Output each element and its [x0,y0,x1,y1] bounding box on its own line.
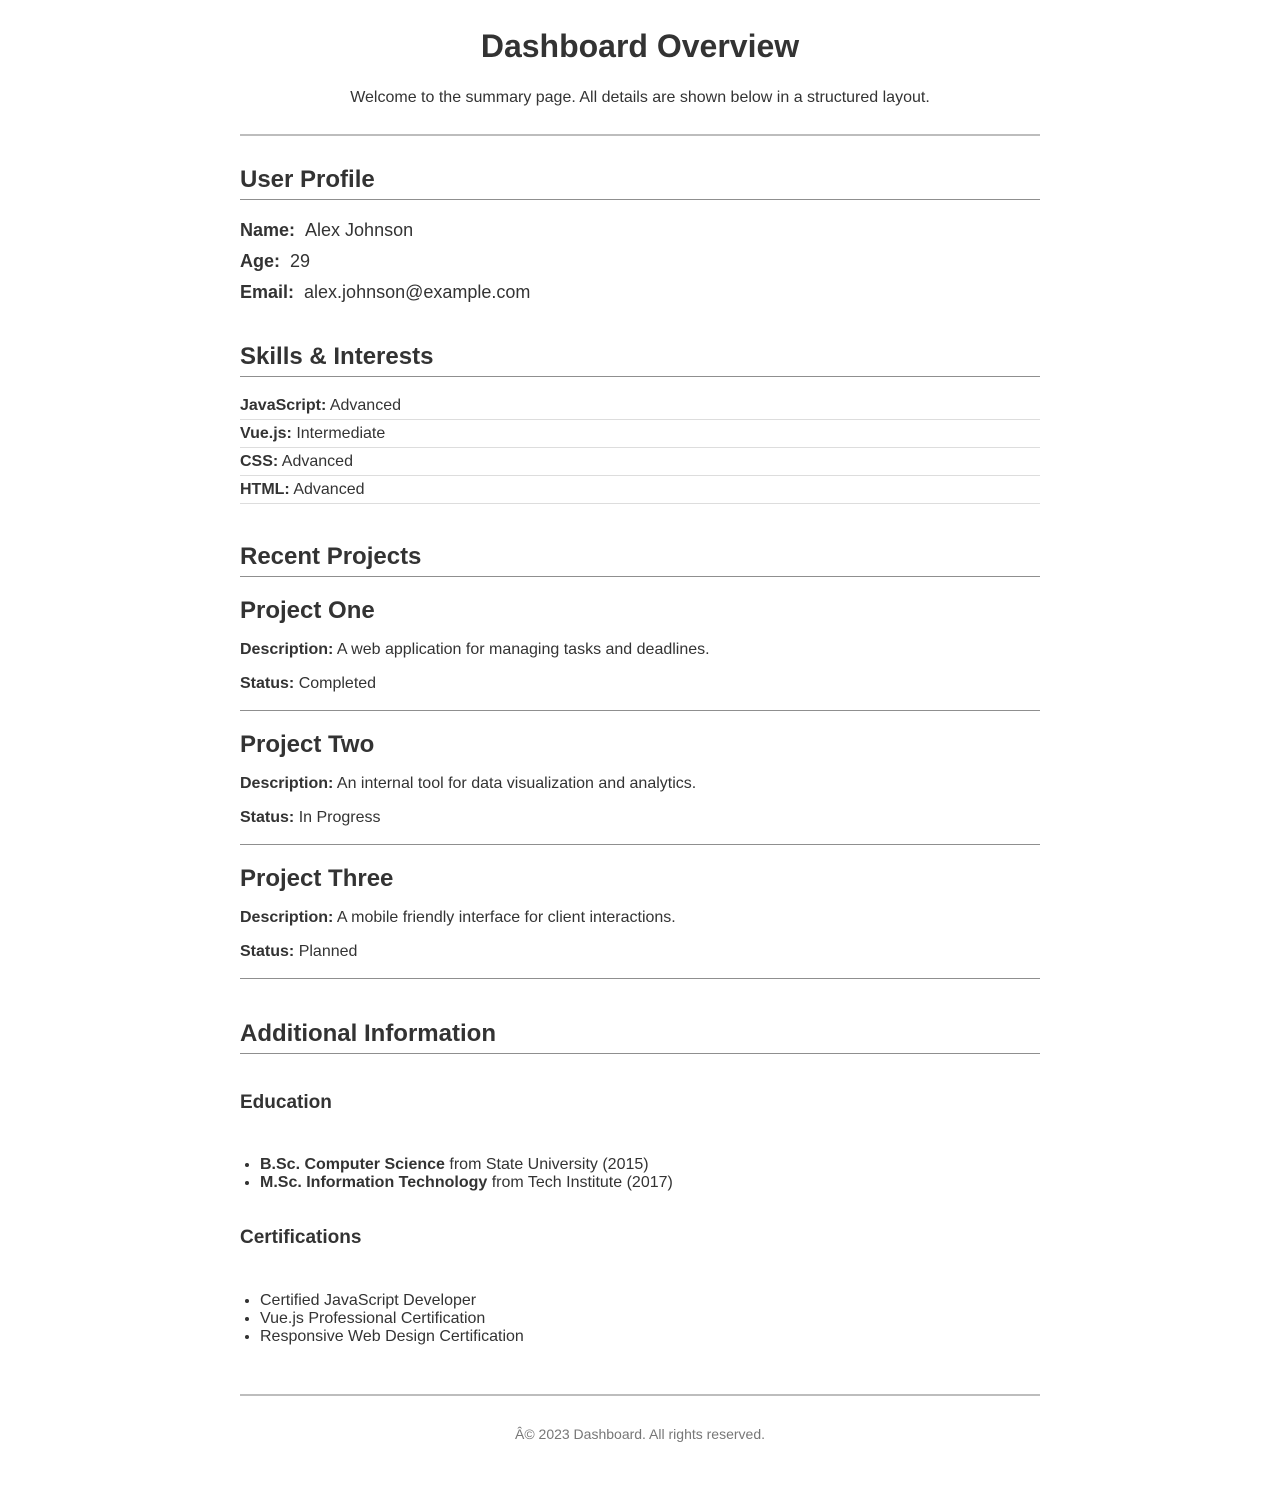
profile-name-label: Name: [240,220,296,240]
profile-name-row: Name: Alex Johnson [240,219,1040,241]
skill-item: CSS: Advanced [240,448,1040,476]
dashboard-page: Dashboard Overview Welcome to the summar… [240,0,1040,1443]
project-status-value: In Progress [298,809,381,826]
profile-age-value: 29 [290,251,311,271]
skill-level: Intermediate [296,425,386,442]
footer-divider [240,1394,1040,1396]
project-status: Status: Completed [240,674,1040,694]
project-description-label: Description: [240,775,334,792]
projects-section: Recent Projects Project One Description:… [240,542,1040,979]
skills-title: Skills & Interests [240,343,434,370]
education-list: B.Sc. Computer Science from State Univer… [240,1156,1040,1192]
project-title: Project One [240,597,375,624]
skill-level: Advanced [293,481,365,498]
footer-copyright: Â© 2023 Dashboard. All rights reserved. [514,1426,765,1442]
project-description-label: Description: [240,909,334,926]
education-item: B.Sc. Computer Science from State Univer… [260,1156,1040,1174]
project-status: Status: In Progress [240,808,1040,828]
project-divider [240,710,1040,711]
skill-item: Vue.js: Intermediate [240,420,1040,448]
certification-item: Responsive Web Design Certification [260,1328,1040,1346]
project-status-value: Completed [298,675,377,692]
project-status-label: Status: [240,809,295,826]
user-profile-section: User Profile Name: Alex Johnson Age: 29 Em… [240,165,1040,303]
project-description-text: A mobile friendly interface for client i… [336,909,676,926]
project-status: Status: Planned [240,942,1040,962]
project-card: Project One Description: A web applicati… [240,596,1040,711]
skill-level: Advanced [281,453,353,470]
project-divider [240,978,1040,979]
project-description: Description: A web application for manag… [240,640,1040,660]
profile-age-label: Age: [240,251,280,271]
page-footer: Â© 2023 Dashboard. All rights reserved. [240,1394,1040,1443]
education-title: Education [240,1092,332,1113]
skill-label: CSS: [240,453,279,470]
project-title: Project Three [240,865,394,892]
education-detail: from State University (2015) [449,1156,649,1173]
skill-level: Advanced [329,397,401,414]
project-title: Project Two [240,731,375,758]
profile-email-row: Email: alex.johnson@example.com [240,281,1040,303]
certifications-block: Certifications Certified JavaScript Deve… [240,1226,1040,1346]
profile-email-value: alex.johnson@example.com [304,282,531,302]
education-detail: from Tech Institute (2017) [491,1174,673,1191]
skill-label: HTML: [240,481,290,498]
additional-info-title: Additional Information [240,1020,496,1047]
project-card: Project Three Description: A mobile frie… [240,864,1040,979]
projects-divider [240,576,1040,577]
additional-info-section: Additional Information Education B.Sc. C… [240,1019,1040,1346]
project-description: Description: An internal tool for data v… [240,774,1040,794]
skill-label: JavaScript: [240,397,327,414]
project-description-text: A web application for managing tasks and… [336,641,710,658]
skill-item: HTML: Advanced [240,476,1040,504]
skills-divider [240,376,1040,377]
project-card: Project Two Description: An internal too… [240,730,1040,845]
project-status-label: Status: [240,943,295,960]
project-status-label: Status: [240,675,295,692]
skill-item: JavaScript: Advanced [240,391,1040,420]
profile-email-label: Email: [240,282,295,302]
education-degree: M.Sc. Information Technology [260,1174,488,1191]
education-item: M.Sc. Information Technology from Tech I… [260,1174,1040,1192]
project-description-text: An internal tool for data visualization … [336,775,697,792]
skills-list: JavaScript: Advanced Vue.js: Intermediat… [240,391,1040,504]
page-header: Dashboard Overview Welcome to the summar… [240,0,1040,136]
skill-label: Vue.js: [240,425,292,442]
skills-section: Skills & Interests JavaScript: Advanced … [240,342,1040,504]
user-profile-title: User Profile [240,166,375,193]
certifications-list: Certified JavaScript Developer Vue.js Pr… [240,1292,1040,1346]
page-title: Dashboard Overview [480,28,800,64]
project-description: Description: A mobile friendly interface… [240,908,1040,928]
page-subtitle: Welcome to the summary page. All details… [350,89,930,106]
header-divider [240,134,1040,136]
profile-name-value: Alex Johnson [305,220,414,240]
profile-age-row: Age: 29 [240,250,1040,272]
project-description-label: Description: [240,641,334,658]
certification-item: Certified JavaScript Developer [260,1292,1040,1310]
user-profile-divider [240,199,1040,200]
project-status-value: Planned [298,943,358,960]
education-block: Education B.Sc. Computer Science from St… [240,1091,1040,1192]
projects-title: Recent Projects [240,543,422,570]
education-degree: B.Sc. Computer Science [260,1156,445,1173]
project-divider [240,844,1040,845]
certification-item: Vue.js Professional Certification [260,1310,1040,1328]
certifications-title: Certifications [240,1227,362,1248]
additional-info-divider [240,1053,1040,1054]
